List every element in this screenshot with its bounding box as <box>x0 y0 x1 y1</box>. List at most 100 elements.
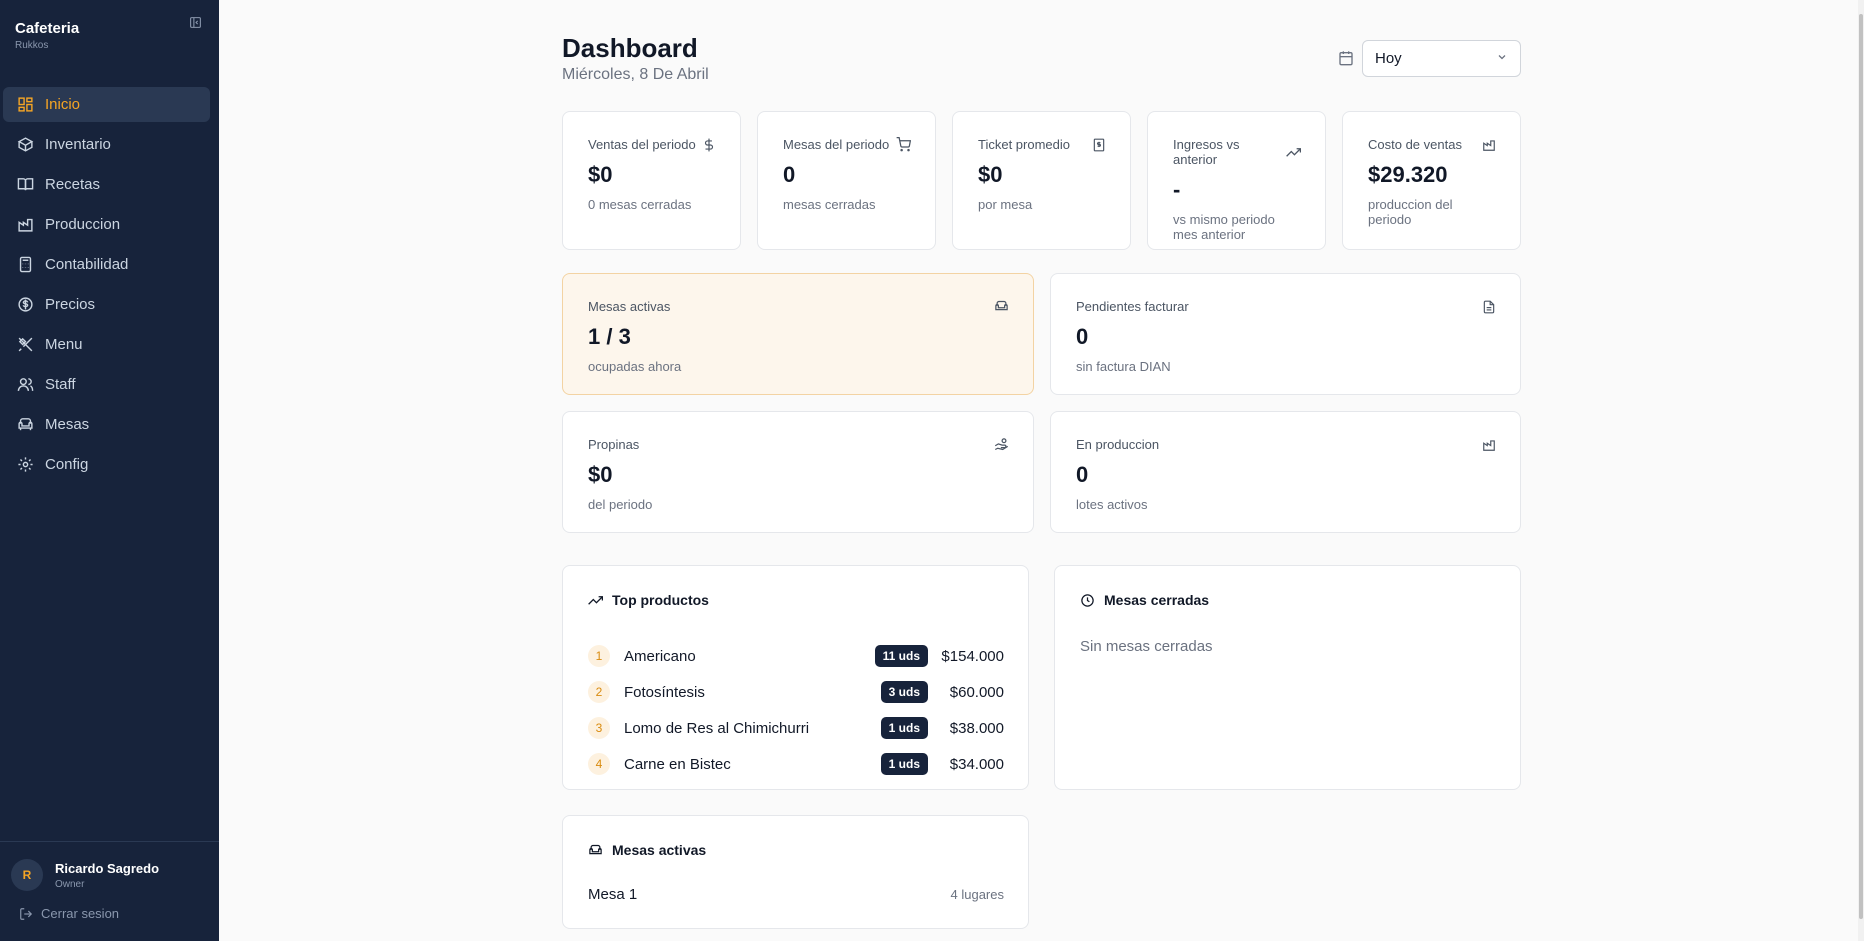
stat-sub: lotes activos <box>1076 497 1148 512</box>
product-amount: $38.000 <box>949 719 1004 737</box>
stat-label: Ventas del periodo <box>588 137 696 152</box>
sidebar-collapse-icon[interactable] <box>187 14 203 30</box>
stat-label: Mesas del periodo <box>783 137 890 152</box>
table-seats: 4 lugares <box>950 887 1004 902</box>
sidebar-item-recetas[interactable]: Recetas <box>3 167 210 202</box>
list-item: 3 Lomo de Res al Chimichurri 1 uds $38.0… <box>588 710 1004 746</box>
stat-value: $0 <box>978 162 1003 187</box>
sidebar-item-menu[interactable]: Menu <box>3 327 210 362</box>
receipt-icon <box>1092 138 1106 152</box>
page-title: Dashboard <box>562 33 698 63</box>
product-name: Lomo de Res al Chimichurri <box>624 719 810 737</box>
factory-icon <box>1482 438 1496 452</box>
sidebar-item-label: Staff <box>45 376 76 393</box>
product-amount: $154.000 <box>941 647 1004 665</box>
sidebar-item-label: Recetas <box>45 176 101 193</box>
sofa-icon <box>588 843 603 858</box>
users-icon <box>16 376 34 394</box>
factory-icon <box>16 216 34 234</box>
top-products-list: 1 Americano 11 uds $154.000 2 Fotosíntes… <box>588 638 1004 782</box>
sidebar-item-mesas[interactable]: Mesas <box>3 407 210 442</box>
stat-sub: mesas cerradas <box>783 197 876 212</box>
brand-subtitle: Rukkos <box>15 40 49 51</box>
stat-sub: sin factura DIAN <box>1076 359 1171 374</box>
scrollbar[interactable] <box>1858 0 1864 941</box>
qty-badge: 1 uds <box>880 753 928 775</box>
stat-value: 0 <box>1076 324 1089 349</box>
product-name: Carne en Bistec <box>624 755 731 773</box>
sidebar-item-precios[interactable]: Precios <box>3 287 210 322</box>
sidebar-item-label: Inventario <box>45 136 111 153</box>
clock-icon <box>1080 593 1095 608</box>
period-select[interactable]: Hoy <box>1362 40 1521 77</box>
stat-value: - <box>1173 177 1181 202</box>
dollar-circle-icon <box>16 296 34 314</box>
sidebar-item-label: Inicio <box>45 96 81 113</box>
stat-sub: produccion del periodo <box>1368 197 1453 227</box>
closed-tables-panel: Mesas cerradas Sin mesas cerradas <box>1054 565 1521 790</box>
sidebar-item-label: Produccion <box>45 216 121 233</box>
sidebar-item-label: Mesas <box>45 416 90 433</box>
scrollbar-thumb[interactable] <box>1859 14 1863 919</box>
tip-hand-icon <box>994 437 1009 452</box>
trend-up-icon <box>588 593 603 608</box>
stat-label: Costo de ventas <box>1368 137 1462 152</box>
user-profile[interactable]: R Ricardo Sagredo Owner <box>11 859 159 891</box>
utensils-icon <box>16 336 34 354</box>
list-item: 1 Americano 11 uds $154.000 <box>588 638 1004 674</box>
logout-button[interactable]: Cerrar sesion <box>19 906 119 921</box>
gear-icon <box>16 456 34 474</box>
table-name: Mesa 1 <box>588 886 638 903</box>
user-name: Ricardo Sagredo <box>55 860 160 876</box>
stat-value: $0 <box>588 462 613 487</box>
sidebar-nav: Inicio Inventario Recetas Produccion Con… <box>3 87 210 487</box>
rank-badge: 1 <box>588 645 610 667</box>
user-role: Owner <box>55 878 85 890</box>
period-select-value: Hoy <box>1375 50 1402 67</box>
stat-card-mesas-periodo: Mesas del periodo 0 mesas cerradas <box>757 111 936 250</box>
book-icon <box>16 176 34 194</box>
stat-card-ticket: Ticket promedio $0 por mesa <box>952 111 1131 250</box>
dollar-icon <box>702 138 716 152</box>
page-date: Miércoles, 8 De Abril <box>562 66 709 83</box>
stat-value: $29.320 <box>1368 162 1448 187</box>
stat-value: 0 <box>783 162 796 187</box>
table-row[interactable]: Mesa 1 4 lugares <box>588 886 1004 903</box>
calendar-icon <box>1338 50 1354 66</box>
stat-card-ventas: Ventas del periodo $0 0 mesas cerradas <box>562 111 741 250</box>
chevron-down-icon <box>1496 50 1508 67</box>
sidebar-item-inventario[interactable]: Inventario <box>3 127 210 162</box>
trend-up-icon <box>1286 145 1301 160</box>
sidebar-item-staff[interactable]: Staff <box>3 367 210 402</box>
sidebar-item-config[interactable]: Config <box>3 447 210 482</box>
stat-label: Propinas <box>588 437 640 452</box>
cart-icon <box>896 137 911 152</box>
product-name: Americano <box>624 647 696 665</box>
stat-label: En produccion <box>1076 437 1160 452</box>
stat-label: Pendientes facturar <box>1076 299 1189 314</box>
stat-sub: ocupadas ahora <box>588 359 682 374</box>
sidebar-item-inicio[interactable]: Inicio <box>3 87 210 122</box>
qty-badge: 1 uds <box>880 717 928 739</box>
empty-state: Sin mesas cerradas <box>1080 638 1213 655</box>
sidebar-item-label: Menu <box>45 336 83 353</box>
logout-icon <box>19 907 33 921</box>
stat-label: Ticket promedio <box>978 137 1070 152</box>
dashboard-icon <box>16 96 34 114</box>
sidebar-item-contabilidad[interactable]: Contabilidad <box>3 247 210 282</box>
stat-card-propinas: Propinas $0 del periodo <box>562 411 1034 533</box>
sofa-icon <box>994 299 1009 314</box>
file-icon <box>1482 300 1496 314</box>
box-icon <box>16 136 34 154</box>
product-name: Fotosíntesis <box>624 683 705 701</box>
panel-title: Mesas activas <box>612 842 707 858</box>
panel-title: Top productos <box>612 592 709 608</box>
stat-sub: vs mismo periodo mes anterior <box>1173 212 1275 242</box>
qty-badge: 3 uds <box>880 681 928 703</box>
sidebar-item-label: Contabilidad <box>45 256 129 273</box>
active-tables-panel: Mesas activas Mesa 1 4 lugares <box>562 815 1029 929</box>
stat-card-ingresos: Ingresos vs anterior - vs mismo periodo … <box>1147 111 1326 250</box>
product-amount: $34.000 <box>949 755 1004 773</box>
sidebar-item-produccion[interactable]: Produccion <box>3 207 210 242</box>
top-products-panel: Top productos 1 Americano 11 uds $154.00… <box>562 565 1029 790</box>
